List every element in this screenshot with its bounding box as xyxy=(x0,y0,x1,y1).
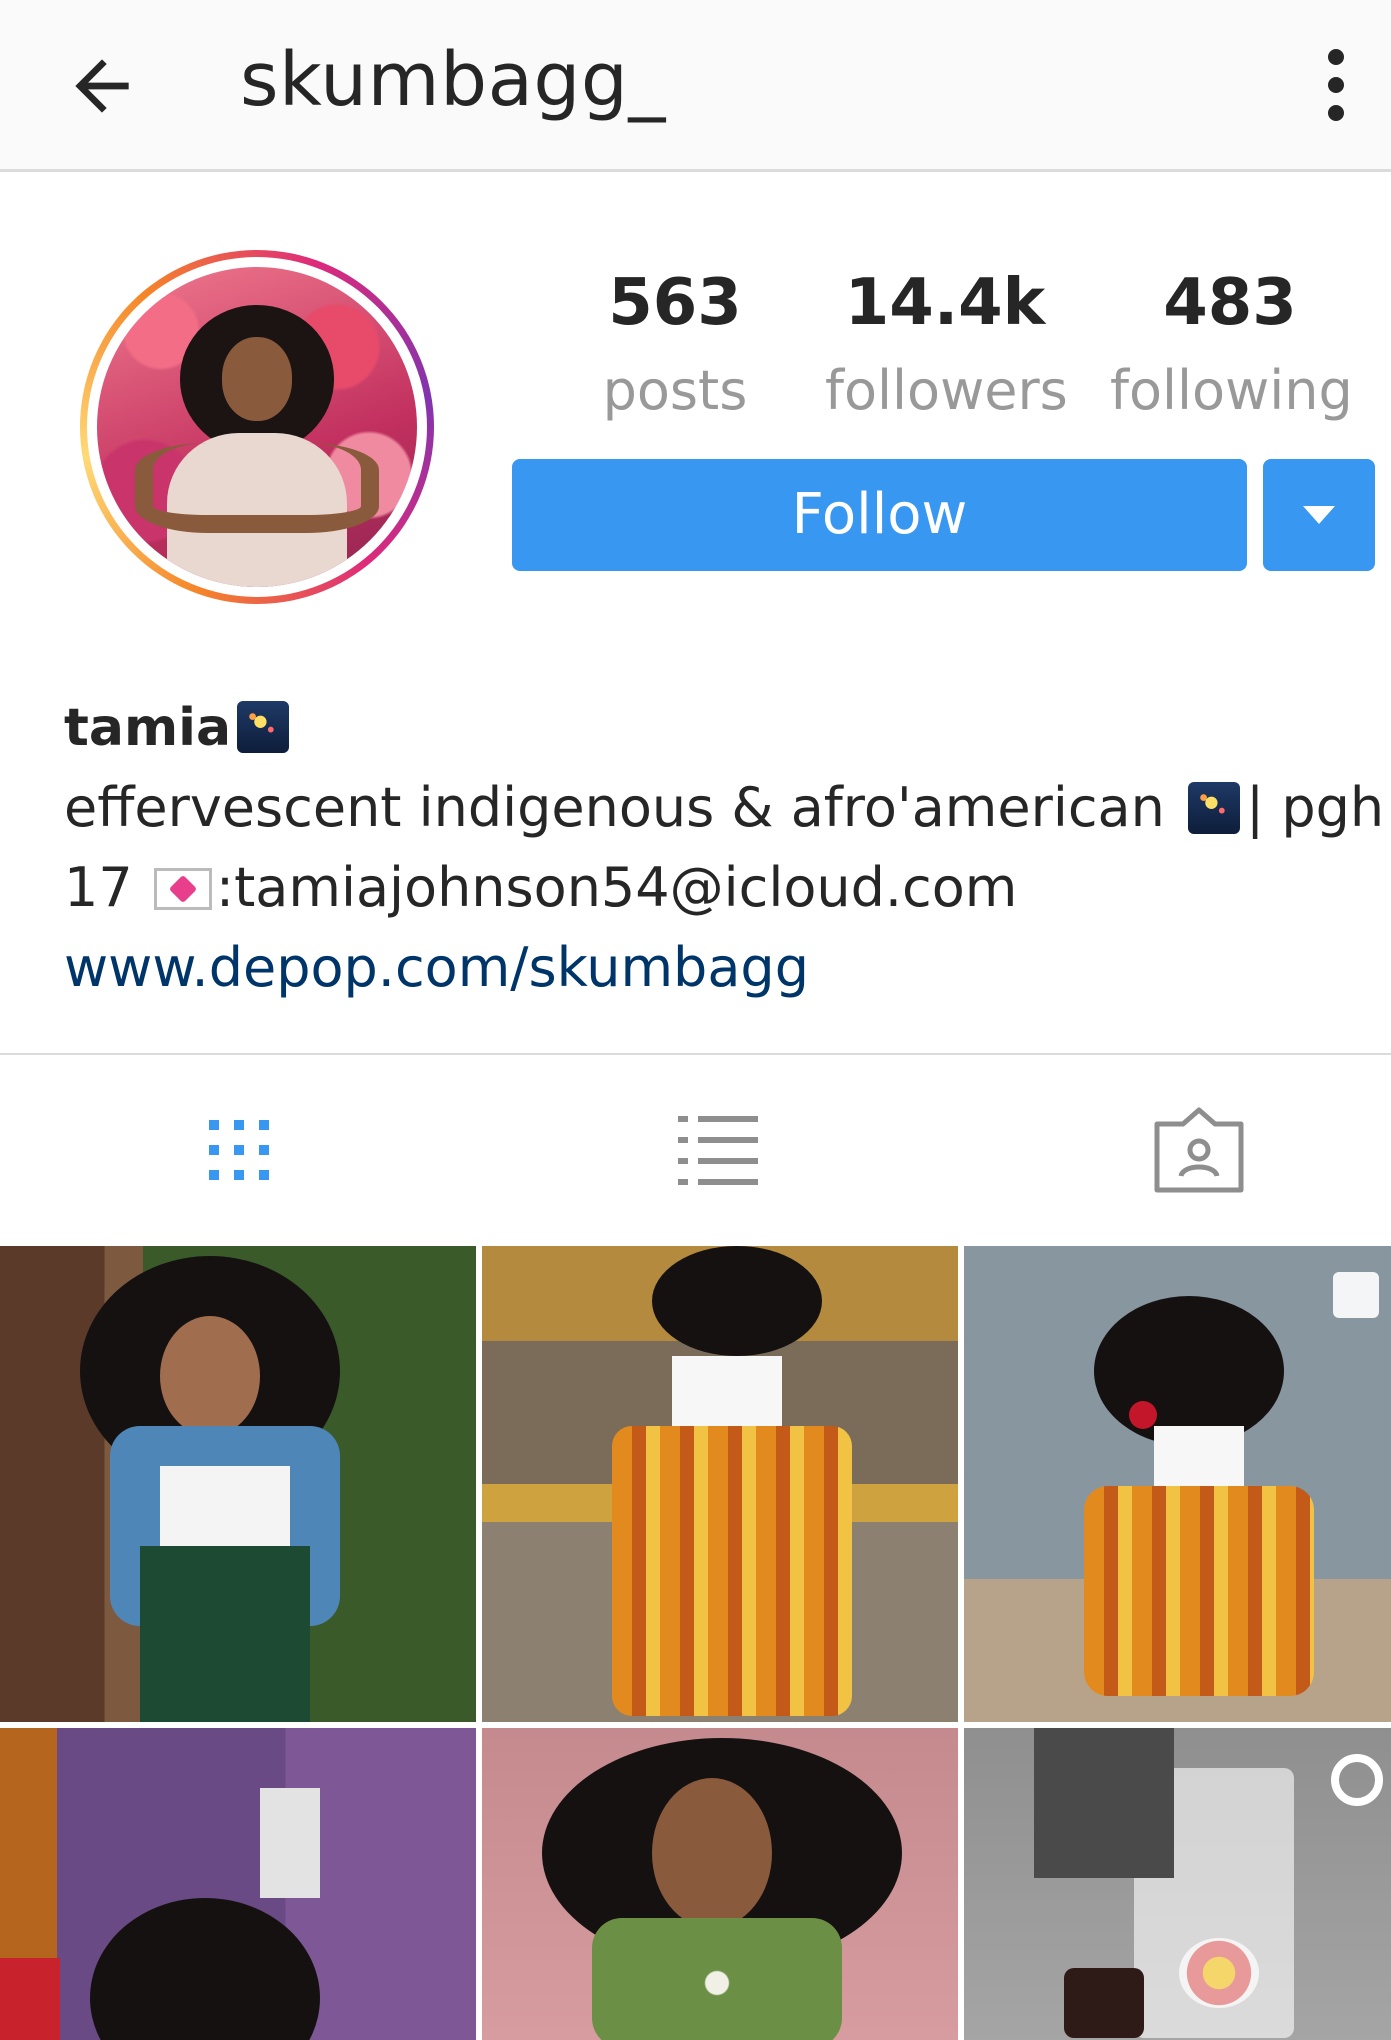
bio-location: | pgh | xyxy=(1246,776,1391,839)
avatar-frame xyxy=(87,257,427,597)
avatar xyxy=(97,267,417,587)
post-thumbnail-1[interactable] xyxy=(0,1246,476,1722)
photo-face xyxy=(160,1316,260,1436)
photo-hair xyxy=(90,1898,320,2040)
bio-description: effervescent indigenous & afro'american xyxy=(64,776,1165,839)
photo-face xyxy=(652,1778,772,1928)
more-vertical-icon xyxy=(1328,49,1344,65)
suggested-accounts-dropdown-button[interactable] xyxy=(1263,459,1375,571)
photo-pants xyxy=(612,1426,852,1716)
posts-count: 563 xyxy=(608,266,742,340)
photo-skirt xyxy=(140,1546,310,1722)
followers-stat[interactable]: 14.4k followers xyxy=(825,255,1068,431)
following-label: following xyxy=(1110,359,1353,422)
more-options-button[interactable] xyxy=(1301,30,1371,140)
post-thumbnail-3[interactable] xyxy=(964,1246,1391,1722)
night-with-stars-icon xyxy=(1188,782,1241,834)
profile-username-title: skumbagg_ xyxy=(240,37,666,123)
profile-bio: tamia effervescent indigenous & afro'ame… xyxy=(64,688,1391,1008)
photo-grid xyxy=(0,1246,1391,2040)
post-thumbnail-2[interactable] xyxy=(482,1246,958,1722)
profile-stats: 563 posts 14.4k followers 483 following xyxy=(512,255,1372,435)
photo-leg xyxy=(1034,1728,1174,1878)
app-bar: skumbagg_ xyxy=(0,0,1391,172)
bio-line-1: effervescent indigenous & afro'american … xyxy=(64,768,1391,848)
photo-shoe xyxy=(1064,1968,1144,2038)
follow-button[interactable]: Follow xyxy=(512,459,1247,571)
more-dot xyxy=(1328,105,1344,121)
tab-list[interactable] xyxy=(643,1085,793,1215)
photo-top xyxy=(672,1356,782,1426)
tagged-icon xyxy=(1154,1107,1244,1193)
photo-dispenser xyxy=(260,1788,320,1898)
following-stat[interactable]: 483 following xyxy=(1110,255,1353,431)
caret-down-icon xyxy=(1303,506,1335,524)
followers-count: 14.4k xyxy=(844,266,1046,340)
photo-flowers xyxy=(592,1918,842,2040)
bio-website-link[interactable]: www.depop.com/skumbagg xyxy=(64,928,1364,1008)
night-with-stars-icon xyxy=(237,701,290,753)
photo-red-sleeve xyxy=(0,1958,60,2040)
bio-email: :tamiajohnson54@icloud.com xyxy=(215,856,1018,919)
more-dot xyxy=(1328,77,1344,93)
posts-label: posts xyxy=(602,359,748,422)
list-icon xyxy=(678,1116,758,1185)
photo-hair xyxy=(652,1246,822,1356)
post-thumbnail-5[interactable] xyxy=(482,1728,958,2040)
photo-bouquet xyxy=(1179,1938,1259,2008)
following-count: 483 xyxy=(1163,266,1297,340)
photo-shirt xyxy=(160,1466,290,1556)
post-thumbnail-6[interactable] xyxy=(964,1728,1391,2040)
grid-icon xyxy=(209,1120,269,1180)
bio-age: 17 xyxy=(64,856,133,919)
love-letter-icon xyxy=(153,868,212,910)
tab-grid[interactable] xyxy=(164,1085,314,1215)
post-thumbnail-4[interactable] xyxy=(0,1728,476,2040)
section-divider xyxy=(0,1053,1391,1055)
gallery-icon xyxy=(1333,1272,1379,1318)
bio-display-name-row: tamia xyxy=(64,688,1364,768)
video-icon xyxy=(1331,1754,1383,1806)
avatar-face xyxy=(221,337,293,421)
photo-pants xyxy=(1084,1486,1314,1696)
photo-top xyxy=(1154,1426,1244,1486)
arrow-left-icon xyxy=(75,59,129,113)
posts-stat[interactable]: 563 posts xyxy=(555,255,795,431)
tab-tagged[interactable] xyxy=(1124,1085,1274,1215)
photo-rose xyxy=(1129,1401,1157,1429)
avatar-arms xyxy=(135,443,379,533)
back-button[interactable] xyxy=(52,36,152,136)
bio-line-2: 17 :tamiajohnson54@icloud.com xyxy=(64,848,1364,928)
bio-display-name: tamia xyxy=(64,698,232,758)
story-ring[interactable] xyxy=(80,250,434,604)
photo-hair xyxy=(1094,1296,1284,1446)
followers-label: followers xyxy=(825,359,1068,422)
